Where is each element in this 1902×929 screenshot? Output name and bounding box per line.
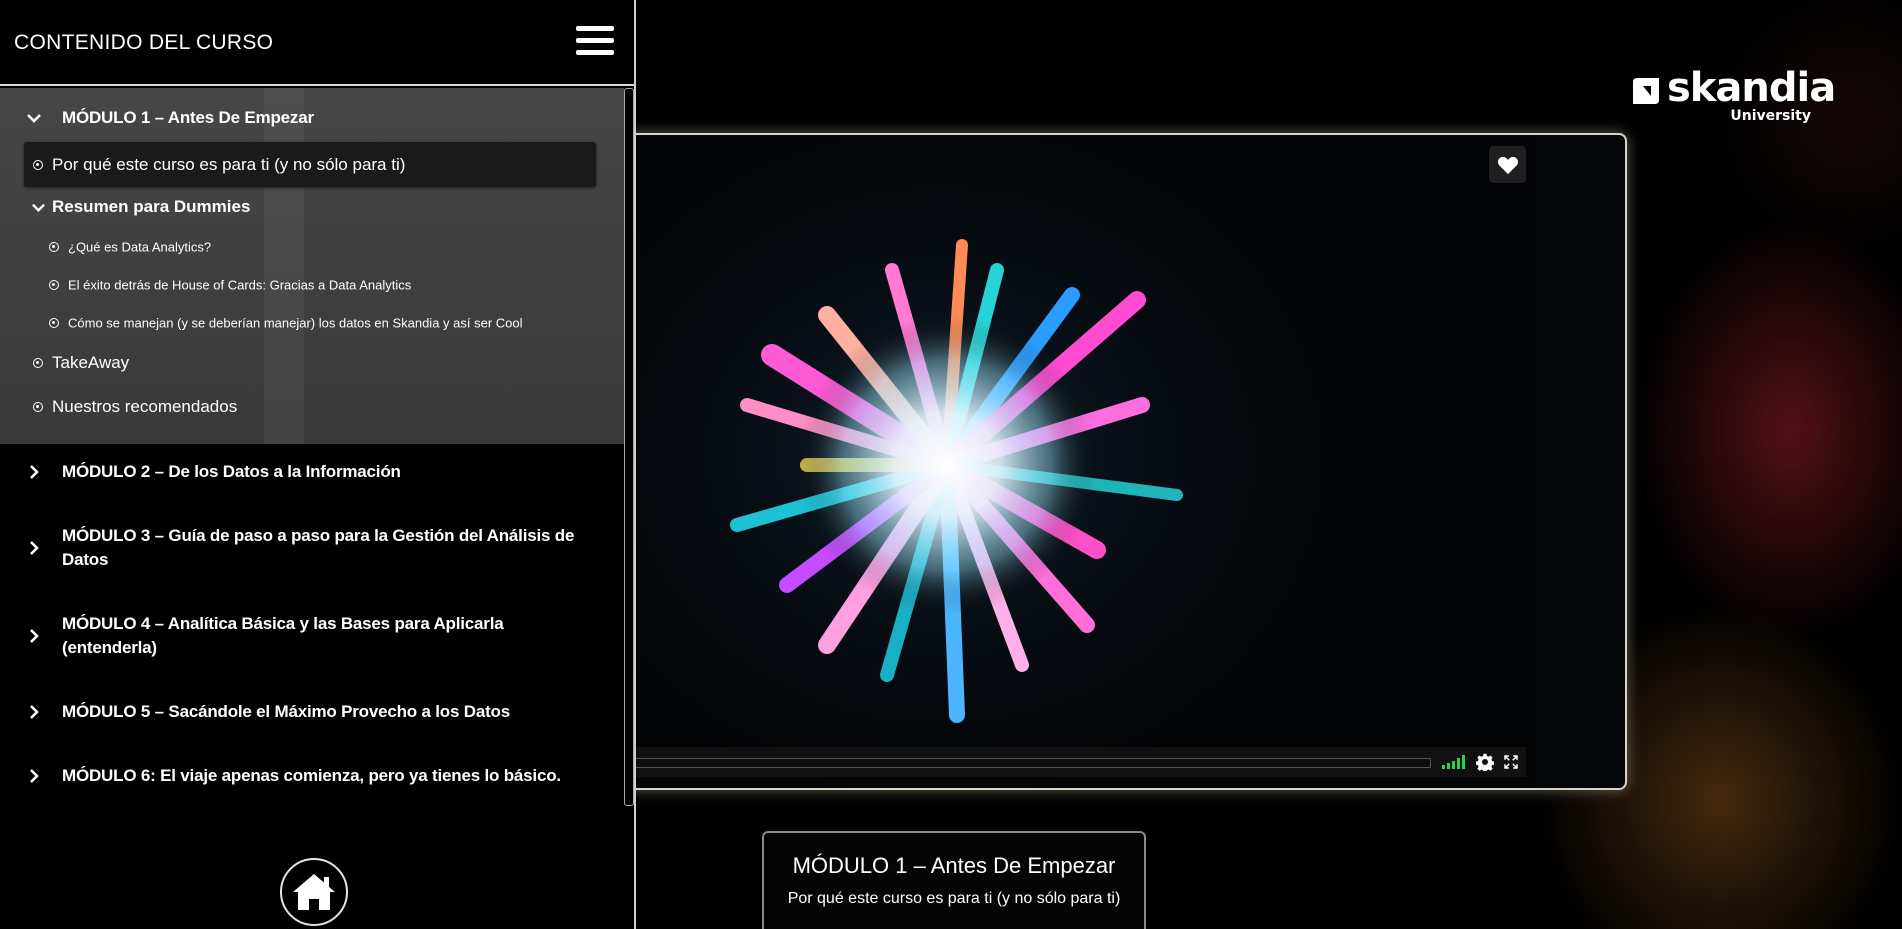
chevron-right-icon: [30, 769, 39, 783]
course-contents: MÓDULO 1 – Antes De Empezar Por qué este…: [0, 88, 624, 806]
gear-icon[interactable]: [1476, 753, 1494, 771]
current-module-title: MÓDULO 1 – Antes De Empezar: [792, 853, 1116, 878]
course-sidebar: CONTENIDO DEL CURSO MÓDULO 1 – Antes De …: [0, 0, 636, 929]
chevron-right-icon: [30, 705, 39, 719]
video-progress-bar[interactable]: [602, 758, 1431, 768]
logo-subtitle: University: [1730, 108, 1811, 124]
module-5-label: MÓDULO 5 – Sacándole el Máximo Provecho …: [62, 702, 510, 721]
lesson-item-takeaway[interactable]: TakeAway: [24, 350, 596, 376]
current-lesson-title: Por qué este curso es para ti (y no sólo…: [787, 890, 1121, 907]
lesson-group-label: Resumen para Dummies: [52, 197, 251, 216]
heart-icon: [1497, 156, 1518, 174]
sublesson-item[interactable]: Cómo se manejan (y se deberían manejar) …: [40, 312, 600, 334]
chevron-right-icon: [30, 541, 39, 555]
sublesson-item[interactable]: ¿Qué es Data Analytics?: [40, 236, 600, 258]
radio-dot-icon: [33, 159, 43, 170]
favorite-button[interactable]: [1489, 146, 1526, 183]
radio-dot-icon: [49, 318, 59, 328]
hamburger-menu-icon[interactable]: [576, 24, 616, 58]
module-4-label: MÓDULO 4 – Analítica Básica y las Bases …: [62, 614, 504, 633]
sidebar-header: CONTENIDO DEL CURSO: [0, 0, 634, 86]
module-6-header[interactable]: MÓDULO 6: El viaje apenas comienza, pero…: [0, 764, 624, 788]
module-4-header[interactable]: MÓDULO 4 – Analítica Básica y las Bases …: [0, 612, 624, 660]
module-2-header[interactable]: MÓDULO 2 – De los Datos a la Información: [0, 460, 624, 484]
current-lesson-card: MÓDULO 1 – Antes De Empezar Por qué este…: [762, 831, 1146, 929]
module-2-label: MÓDULO 2 – De los Datos a la Información: [62, 462, 401, 481]
logo-wordmark: skandia: [1667, 65, 1836, 111]
volume-bars-icon[interactable]: [1442, 754, 1468, 769]
chevron-right-icon: [30, 629, 39, 643]
lesson-label: Por qué este curso es para ti (y no sólo…: [52, 154, 406, 174]
module-3-header[interactable]: MÓDULO 3 – Guía de paso a paso para la G…: [0, 524, 624, 572]
radio-dot-icon: [49, 242, 59, 252]
video-controls-bar: [602, 747, 1526, 777]
lesson-item-recomendados[interactable]: Nuestros recomendados: [24, 394, 596, 420]
module-3-label: MÓDULO 3 – Guía de paso a paso para la G…: [62, 526, 575, 545]
chevron-right-icon: [30, 465, 39, 479]
module-4-label-line2: (entenderla): [62, 638, 157, 657]
chevron-down-icon: [27, 114, 41, 123]
radio-dot-icon: [49, 280, 59, 290]
module-1-header[interactable]: MÓDULO 1 – Antes De Empezar: [0, 106, 624, 130]
video-screen[interactable]: [602, 135, 1537, 788]
lesson-item-active[interactable]: Por qué este curso es para ti (y no sólo…: [24, 142, 596, 187]
home-icon: [293, 874, 335, 910]
radio-dot-icon: [33, 402, 43, 412]
sublesson-label: ¿Qué es Data Analytics?: [68, 239, 212, 255]
skandia-logo: skandia University: [1633, 68, 1836, 130]
module-1-label: MÓDULO 1 – Antes De Empezar: [62, 108, 314, 127]
radio-dot-icon: [33, 358, 43, 368]
sublesson-label: El éxito detrás de House of Cards: Graci…: [68, 277, 412, 293]
home-button[interactable]: [280, 858, 348, 926]
sidebar-title: CONTENIDO DEL CURSO: [14, 31, 274, 54]
sublesson-item[interactable]: El éxito detrás de House of Cards: Graci…: [40, 274, 600, 296]
fullscreen-icon[interactable]: [1502, 753, 1520, 771]
lesson-label: Nuestros recomendados: [52, 397, 238, 416]
video-player[interactable]: [600, 133, 1627, 790]
lesson-label: TakeAway: [52, 353, 130, 372]
module-3-label-line2: Datos: [62, 550, 109, 569]
module-5-header[interactable]: MÓDULO 5 – Sacándole el Máximo Provecho …: [0, 700, 624, 724]
sublesson-label: Cómo se manejan (y se deberían manejar) …: [68, 315, 523, 331]
sidebar-scrollbar[interactable]: [624, 88, 634, 806]
lesson-group-resumen[interactable]: Resumen para Dummies: [24, 194, 596, 220]
color-burst-video-frame: [730, 239, 1183, 723]
skandia-mark-icon: [1633, 78, 1659, 104]
scrollbar-thumb[interactable]: [624, 88, 634, 806]
module-6-label: MÓDULO 6: El viaje apenas comienza, pero…: [62, 766, 561, 785]
chevron-down-icon: [32, 203, 45, 213]
